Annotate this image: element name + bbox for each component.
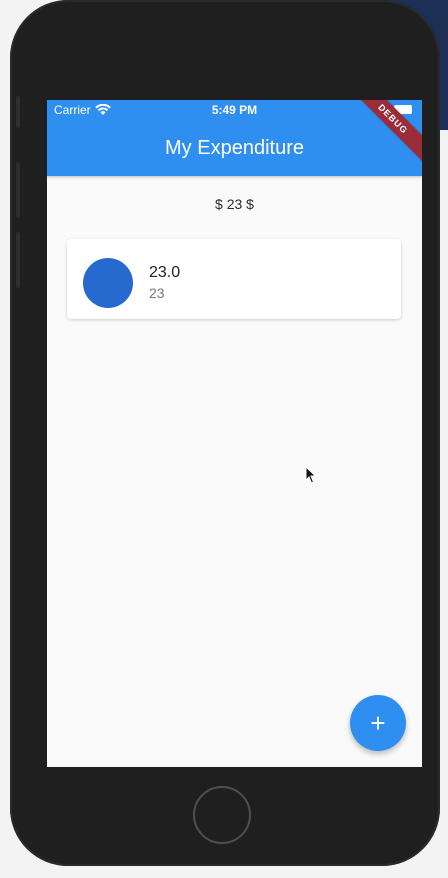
add-expense-button[interactable]: + bbox=[350, 695, 406, 751]
volume-up-button bbox=[16, 162, 20, 218]
page-title: My Expenditure bbox=[165, 137, 304, 159]
phone-screen: Carrier 5:49 PM DEBUG My Expenditure $ 2… bbox=[47, 100, 422, 767]
total-expenditure: $ 23 $ bbox=[215, 196, 254, 212]
plus-icon: + bbox=[370, 708, 386, 738]
app-bar: Carrier 5:49 PM DEBUG My Expenditure bbox=[47, 100, 422, 176]
transaction-avatar bbox=[83, 258, 133, 308]
mute-switch bbox=[16, 96, 20, 128]
volume-down-button bbox=[16, 232, 20, 288]
carrier-label: Carrier bbox=[54, 103, 91, 117]
phone-device-frame: Carrier 5:49 PM DEBUG My Expenditure $ 2… bbox=[10, 0, 440, 866]
home-button[interactable] bbox=[193, 786, 251, 844]
transaction-subtitle: 23 bbox=[149, 285, 165, 301]
transaction-card[interactable]: 23.0 23 bbox=[67, 239, 401, 319]
carrier-indicator: Carrier bbox=[54, 103, 111, 117]
status-time: 5:49 PM bbox=[211, 103, 258, 117]
transaction-title: 23.0 bbox=[149, 264, 181, 281]
wifi-icon bbox=[94, 103, 111, 116]
